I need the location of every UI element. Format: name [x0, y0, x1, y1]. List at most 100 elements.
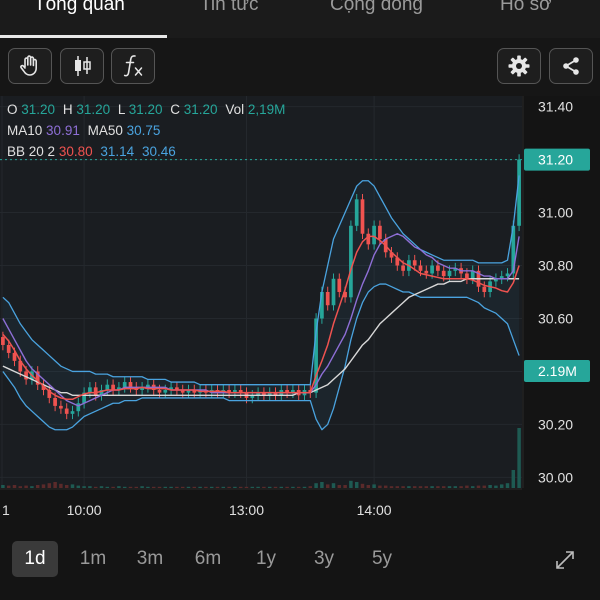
- candle-body: [354, 199, 359, 226]
- volume-bar: [134, 486, 139, 488]
- x-tick-label: 10:00: [67, 502, 102, 518]
- volume-bar: [88, 486, 92, 488]
- volume-bar: [157, 486, 162, 488]
- y-tick-label: 31.00: [538, 205, 573, 221]
- range-1d-button[interactable]: 1d: [12, 541, 58, 577]
- volume-bar: [291, 486, 295, 488]
- volume-bar: [47, 483, 52, 488]
- volume-bar: [76, 485, 81, 488]
- volume-bar: [146, 486, 150, 488]
- ma50-value: 30.75: [126, 123, 161, 138]
- volume-bar: [180, 486, 185, 488]
- volume-bar: [465, 485, 469, 488]
- candle-body: [111, 384, 115, 390]
- tab-cong-dong[interactable]: Cộng đồng: [330, 0, 423, 16]
- volume-bar: [418, 486, 423, 488]
- candle-body: [157, 390, 162, 393]
- volume-bar: [99, 486, 104, 488]
- volume-bar: [238, 486, 243, 488]
- range-6m-button[interactable]: 6m: [185, 541, 231, 577]
- volume-bar: [447, 486, 452, 488]
- volume-bar: [302, 486, 307, 488]
- candle-body: [412, 260, 417, 266]
- tab-tong-quan[interactable]: Tổng quan: [34, 0, 125, 16]
- volume-bar: [407, 486, 411, 488]
- volume-bar: [140, 486, 144, 488]
- candle-body: [517, 159, 521, 226]
- chart-type-button[interactable]: [60, 48, 104, 84]
- candle-body: [93, 387, 98, 396]
- volume-bar: [117, 486, 121, 488]
- bb-lower-value: 30.46: [141, 144, 176, 159]
- close-label: C: [170, 102, 181, 117]
- range-3m-button[interactable]: 3m: [127, 541, 173, 577]
- candle-body: [76, 403, 81, 412]
- volume-bar: [517, 428, 521, 488]
- volume-bar: [372, 484, 376, 488]
- indicators-button[interactable]: [111, 48, 155, 84]
- open-value: 31.20: [21, 102, 56, 117]
- volume-bar: [511, 470, 516, 488]
- tab-tin-tuc[interactable]: Tin tức: [200, 0, 258, 16]
- volume-bar: [378, 485, 382, 488]
- candle-body: [430, 265, 434, 274]
- volume-bar: [314, 483, 318, 488]
- volume-bar: [256, 486, 260, 488]
- volume-bar: [233, 486, 237, 488]
- volume-bar: [30, 486, 34, 488]
- x-tick-label: 13:00: [229, 502, 264, 518]
- volume-bar: [412, 486, 417, 488]
- volume-bar: [163, 486, 168, 488]
- settings-button[interactable]: [497, 48, 541, 84]
- price-chart[interactable]: 31.4031.2031.0030.8030.6030.4030.2030.00…: [0, 96, 600, 526]
- hand-tool-button[interactable]: [8, 48, 52, 84]
- volume-bar: [209, 486, 214, 488]
- tab-ho-so[interactable]: Hồ sơ: [500, 0, 552, 16]
- volume-bar: [12, 485, 17, 488]
- volume-bar: [360, 483, 365, 488]
- candle-body: [122, 382, 127, 388]
- last-volume-badge-text: 2.19M: [538, 363, 577, 379]
- range-5y-button[interactable]: 5y: [359, 541, 405, 577]
- share-button[interactable]: [549, 48, 593, 84]
- volume-bar: [175, 486, 179, 488]
- volume-bar: [279, 486, 284, 488]
- last-price-badge-text: 31.20: [538, 152, 573, 168]
- candle-body: [70, 411, 75, 414]
- volume-bar: [430, 486, 434, 488]
- volume-bar: [93, 486, 98, 488]
- candle-body: [325, 292, 330, 306]
- top-tab-bar: Tổng quan Tin tức Cộng đồng Hồ sơ: [0, 0, 600, 38]
- volume-bar: [320, 482, 324, 488]
- volume-bar: [459, 486, 463, 488]
- x-tick-label: 1: [2, 502, 10, 518]
- volume-bar: [267, 486, 272, 488]
- expand-icon[interactable]: [553, 548, 577, 572]
- range-3y-button[interactable]: 3y: [301, 541, 347, 577]
- volume-bar: [122, 486, 127, 488]
- volume-bar: [111, 486, 115, 488]
- volume-bar: [383, 485, 388, 488]
- candle-body: [505, 273, 510, 277]
- volume-bar: [366, 485, 371, 488]
- hand-icon: [20, 55, 37, 76]
- volume-bar: [308, 486, 313, 488]
- y-tick-label: 31.40: [538, 99, 573, 115]
- candle-body: [447, 270, 452, 277]
- volume-bar: [192, 486, 197, 488]
- volume-bar: [401, 486, 405, 488]
- candle-body: [482, 286, 487, 292]
- volume-bar: [6, 485, 11, 488]
- candle-body: [337, 278, 342, 292]
- candle-body: [441, 270, 446, 277]
- range-1m-button[interactable]: 1m: [70, 541, 116, 577]
- volume-bar: [488, 485, 492, 488]
- range-1y-button[interactable]: 1y: [243, 541, 289, 577]
- candle-body: [331, 278, 336, 306]
- volume-bar: [482, 485, 487, 488]
- volume-bar: [244, 486, 249, 488]
- price-chart-area[interactable]: 31.4031.2031.0030.8030.6030.4030.2030.00…: [0, 96, 600, 526]
- gear-icon: [508, 55, 530, 77]
- volume-bar: [453, 486, 458, 488]
- volume-bar: [476, 485, 481, 488]
